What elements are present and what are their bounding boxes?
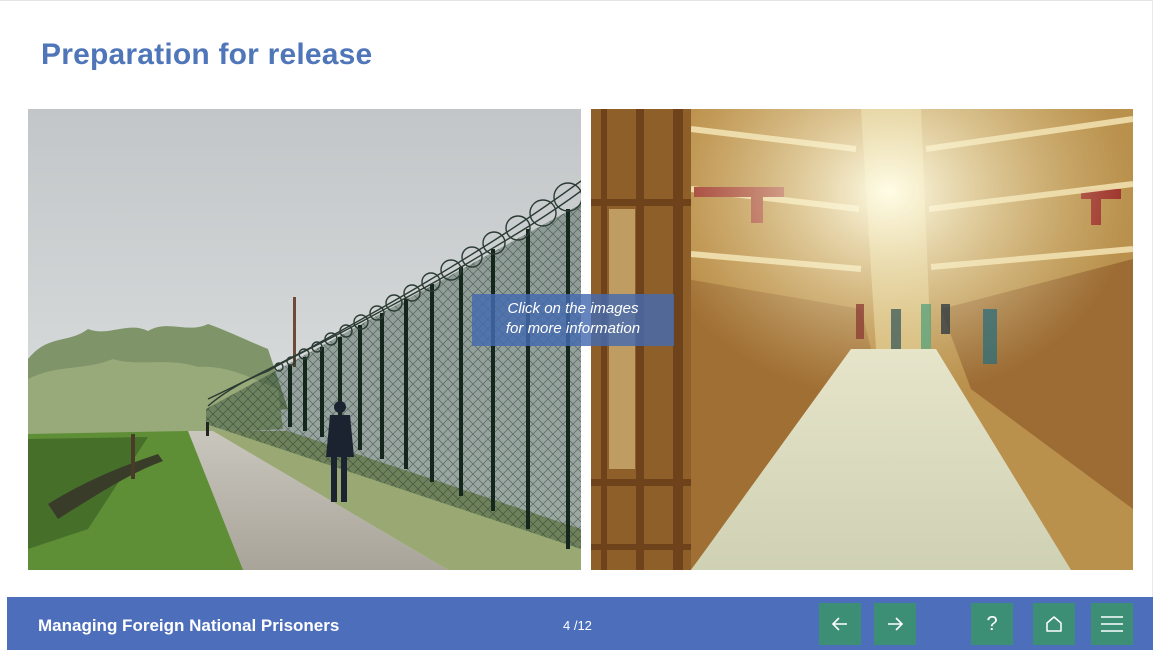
menu-button[interactable] bbox=[1091, 603, 1133, 645]
question-icon: ? bbox=[986, 612, 998, 635]
home-icon bbox=[1046, 616, 1062, 632]
course-title: Managing Foreign National Prisoners bbox=[38, 616, 340, 635]
hint-line-1: Click on the images bbox=[507, 300, 639, 317]
next-button[interactable] bbox=[874, 603, 916, 645]
hint-line-2: for more information bbox=[505, 320, 641, 337]
page-title: Preparation for release bbox=[41, 38, 373, 71]
arrow-right-icon bbox=[888, 617, 904, 631]
arrow-left-icon bbox=[831, 617, 847, 631]
home-button[interactable] bbox=[1033, 603, 1075, 645]
help-button[interactable]: ? bbox=[971, 603, 1013, 645]
page-counter: 4 /12 bbox=[563, 618, 592, 633]
hamburger-menu-icon bbox=[1101, 616, 1123, 632]
click-images-hint: Click on the images for more information bbox=[472, 294, 674, 346]
footer-bar: Managing Foreign National Prisoners 4 /1… bbox=[7, 597, 1153, 650]
previous-button[interactable] bbox=[819, 603, 861, 645]
